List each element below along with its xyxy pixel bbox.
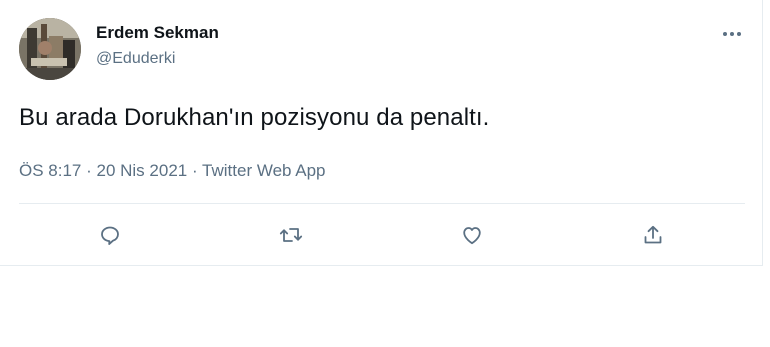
tweet-source[interactable]: Twitter Web App <box>202 161 325 180</box>
author-handle[interactable]: @Eduderki <box>96 50 175 68</box>
divider <box>19 203 745 204</box>
author-name[interactable]: Erdem Sekman <box>96 23 219 43</box>
tweet-meta: ÖS 8:17 · 20 Nis 2021 · Twitter Web App <box>19 161 326 181</box>
reply-button[interactable] <box>96 221 124 249</box>
tweet-card: Erdem Sekman @Eduderki Bu arada Dorukhan… <box>0 0 763 266</box>
tweet-time[interactable]: ÖS 8:17 <box>19 161 81 180</box>
more-horizontal-icon[interactable] <box>719 26 745 42</box>
share-icon <box>644 225 662 244</box>
tweet-date[interactable]: 20 Nis 2021 <box>97 161 188 180</box>
avatar-image <box>19 18 81 80</box>
retweet-button[interactable] <box>277 221 305 249</box>
like-icon <box>463 227 481 245</box>
avatar[interactable] <box>19 18 81 80</box>
meta-separator: · <box>86 161 97 180</box>
retweet-icon <box>279 228 303 242</box>
reply-icon <box>101 226 119 245</box>
like-button[interactable] <box>458 221 486 249</box>
tweet-text: Bu arada Dorukhan'ın pozisyonu da penalt… <box>19 104 490 131</box>
meta-separator: · <box>191 161 203 180</box>
share-button[interactable] <box>639 221 667 249</box>
